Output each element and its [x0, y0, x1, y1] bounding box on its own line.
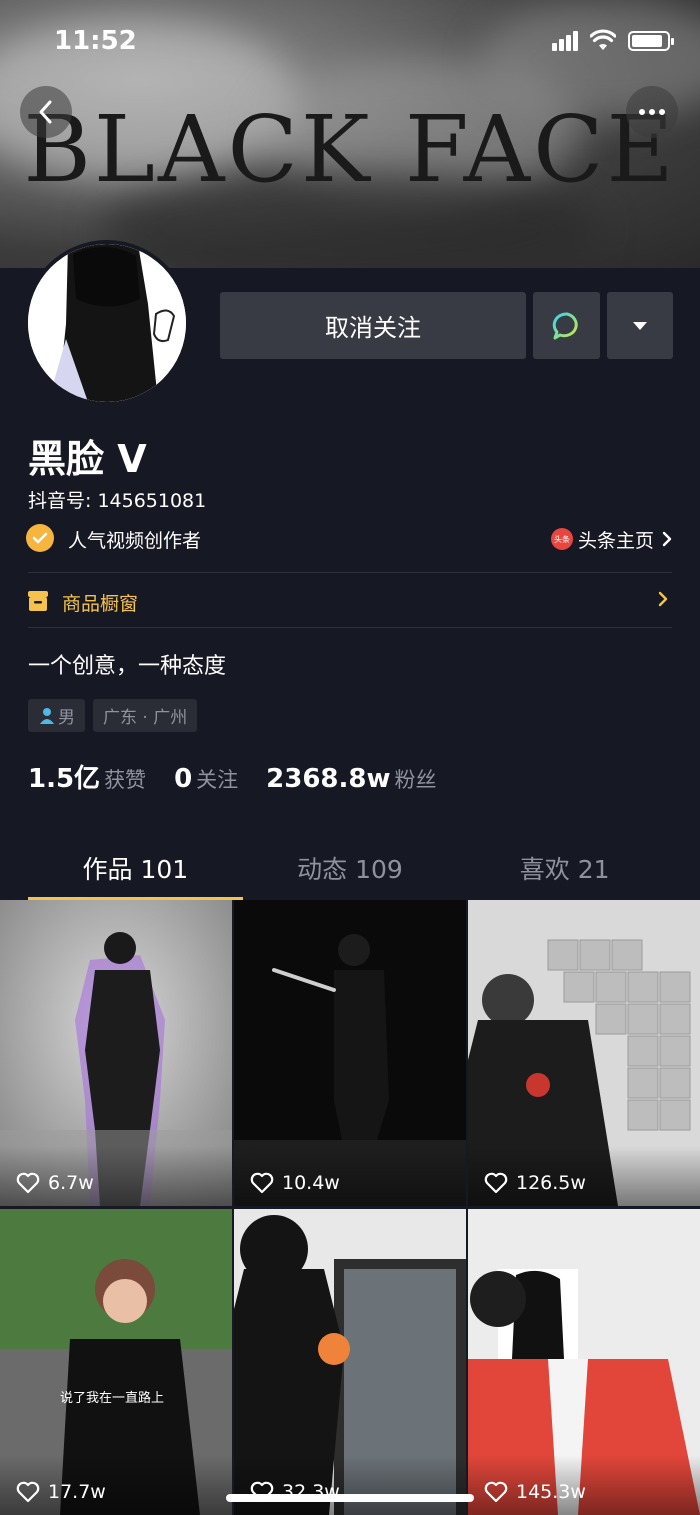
back-button[interactable] — [20, 86, 72, 138]
heart-icon — [16, 1481, 40, 1503]
chevron-right-icon — [658, 591, 668, 607]
video-thumbnail[interactable]: 10.4w — [234, 900, 466, 1206]
douyin-id: 抖音号: 145651081 — [28, 490, 207, 512]
person-icon — [40, 707, 54, 724]
likes-count: 1.5亿 — [28, 764, 101, 794]
profile-tags: 男 广东 · 广州 — [28, 699, 198, 732]
divider — [28, 627, 672, 628]
bio: 一个创意，一种态度 — [28, 654, 227, 679]
home-indicator[interactable] — [226, 1494, 474, 1502]
tab-likes[interactable]: 喜欢 21 — [457, 836, 672, 900]
status-bar: 11:52 — [0, 0, 700, 82]
video-likes: 10.4w — [250, 1172, 340, 1194]
status-time: 11:52 — [54, 26, 137, 56]
video-thumbnail[interactable]: 145.3w — [468, 1209, 700, 1515]
chat-bubble-icon — [552, 312, 578, 339]
tab-works[interactable]: 作品 101 — [28, 836, 243, 900]
battery-icon — [628, 31, 674, 51]
signal-icon — [552, 31, 580, 51]
more-button[interactable] — [626, 86, 678, 138]
chevron-left-icon — [39, 100, 52, 124]
wifi-icon — [590, 29, 616, 50]
following-count[interactable]: 0 — [174, 764, 192, 794]
triangle-down-icon — [633, 321, 647, 330]
tab-dynamics[interactable]: 动态 109 — [243, 836, 458, 900]
content-tabs: 作品 101 动态 109 喜欢 21 — [28, 836, 672, 900]
video-thumbnail[interactable]: 6.7w — [0, 900, 232, 1206]
video-likes: 6.7w — [16, 1172, 94, 1194]
gender-label: 男 — [58, 708, 75, 728]
toutiao-label: 头条主页 — [577, 529, 654, 552]
more-options-dropdown[interactable] — [607, 292, 673, 359]
heart-icon — [250, 1172, 274, 1194]
more-dots-icon — [639, 109, 665, 115]
divider — [28, 572, 672, 573]
profile-name: 黑脸 V — [28, 437, 147, 481]
avatar-image — [28, 244, 186, 402]
video-likes: 17.7w — [16, 1481, 106, 1503]
certification-row: 人气视频创作者 头条 头条主页 — [26, 524, 674, 554]
likes-label: 获赞 — [104, 768, 147, 792]
message-button[interactable] — [533, 292, 600, 359]
followers-count[interactable]: 2368.8w — [266, 764, 390, 794]
video-thumbnail[interactable]: 126.5w — [468, 900, 700, 1206]
shop-icon — [28, 591, 48, 611]
chevron-right-icon — [662, 531, 672, 547]
toutiao-icon: 头条 — [550, 528, 573, 550]
following-label[interactable]: 关注 — [196, 764, 238, 794]
followers-label[interactable]: 粉丝 — [395, 764, 437, 794]
verified-check-icon — [26, 524, 54, 552]
video-thumbnail[interactable]: 32.3w — [234, 1209, 466, 1515]
certification-label: 人气视频创作者 — [68, 530, 202, 552]
heart-icon — [16, 1172, 40, 1194]
video-caption: 说了我在一直路上 — [60, 1391, 165, 1406]
heart-icon — [484, 1481, 508, 1503]
video-likes: 126.5w — [484, 1172, 586, 1194]
shop-window-label: 商品橱窗 — [62, 593, 139, 615]
toutiao-homepage-link[interactable]: 头条 头条主页 — [550, 526, 674, 552]
profile-stats: 1.5亿 获赞 0 关注 2368.8w 粉丝 — [28, 758, 465, 795]
location-tag: 广东 · 广州 — [93, 699, 198, 732]
heart-icon — [484, 1172, 508, 1194]
unfollow-button[interactable]: 取消关注 — [220, 292, 526, 359]
video-grid: 6.7w 10.4w 126.5w 说了我在一直路上 17.7w 32.3w 1… — [0, 900, 700, 1515]
banner-title: BLACK FACE — [23, 96, 677, 203]
video-thumbnail[interactable]: 说了我在一直路上 17.7w — [0, 1209, 232, 1515]
video-likes: 145.3w — [484, 1481, 586, 1503]
avatar[interactable] — [24, 240, 190, 406]
gender-tag: 男 — [28, 699, 85, 732]
shop-window-row[interactable]: 商品橱窗 — [26, 586, 674, 618]
